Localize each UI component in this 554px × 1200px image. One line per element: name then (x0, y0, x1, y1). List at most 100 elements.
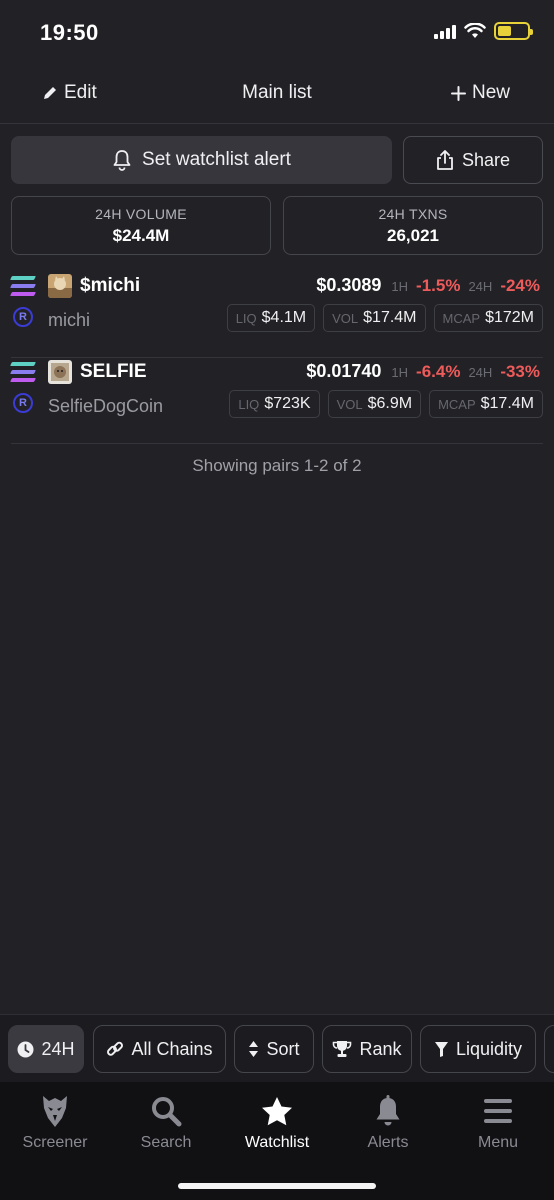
filter-24h[interactable]: 24H (8, 1025, 84, 1073)
change-24h-label: 24H (468, 365, 493, 380)
stat-label: 24H TXNS (378, 206, 448, 222)
eagle-icon (43, 1096, 67, 1127)
edit-label: Edit (64, 82, 97, 103)
rank-button[interactable]: Rank (322, 1025, 412, 1073)
pair-metrics: LIQ $4.1M VOL $17.4M MCAP $172M (226, 304, 543, 332)
solana-icon (10, 276, 36, 296)
clock-icon (17, 1041, 34, 1057)
filter-bar: 24H All Chains Sort Rank Liquidity (0, 1014, 554, 1082)
nav-menu[interactable]: Menu (443, 1092, 553, 1152)
header: Edit Main list New (0, 66, 554, 124)
token-name: SelfieDogCoin (48, 396, 164, 416)
token-price: $0.3089 (316, 275, 382, 295)
battery-icon (494, 22, 533, 40)
stat-24h-volume: 24H VOLUME $24.4M (11, 196, 271, 255)
token-symbol: SELFIE (80, 361, 147, 382)
token-price: $0.01740 (306, 361, 382, 381)
mcap-badge: MCAP $172M (433, 304, 543, 332)
pair-row[interactable]: R SELFIE SelfieDogCoin $0.01740 1H -6.4%… (10, 358, 543, 444)
filter-label: Rank (359, 1038, 402, 1059)
change-1h-label: 1H (391, 279, 409, 294)
pair-metrics: LIQ $723K VOL $6.9M MCAP $17.4M (229, 390, 543, 418)
michi-token-icon (48, 274, 72, 298)
token-name: michi (48, 310, 91, 330)
edit-button[interactable]: Edit (42, 82, 97, 104)
share-button[interactable]: Share (403, 136, 543, 184)
sort-button[interactable]: Sort (234, 1025, 314, 1073)
filter-label: All Chains (131, 1038, 213, 1059)
token-symbol: $michi (80, 275, 141, 296)
change-24h-value: -24% (500, 276, 540, 295)
liquidity-badge: LIQ $4.1M (226, 304, 316, 332)
metric-label: MCAP (442, 310, 481, 326)
price-line: $0.01740 1H -6.4% 24H -33% (306, 361, 540, 382)
menu-icon (484, 1099, 512, 1123)
wifi-icon (464, 23, 486, 38)
new-label: New (471, 82, 510, 103)
trophy-icon (333, 1041, 352, 1057)
filter-label: Sort (266, 1038, 300, 1059)
search-icon (152, 1097, 182, 1127)
liquidity-filter[interactable]: Liquidity (420, 1025, 536, 1073)
nav-label: Screener (22, 1134, 88, 1151)
nav-watchlist[interactable]: Watchlist (222, 1092, 332, 1152)
nav-screener[interactable]: Screener (0, 1092, 110, 1152)
nav-alerts[interactable]: Alerts (333, 1092, 443, 1152)
selfie-token-icon (48, 360, 72, 384)
status-time: 19:50 (40, 20, 99, 45)
metric-label: LIQ (235, 310, 257, 326)
liquidity-badge: LIQ $723K (229, 390, 320, 418)
metric-value: $172M (485, 309, 534, 326)
new-list-button[interactable]: New (450, 82, 510, 104)
star-icon (262, 1097, 292, 1126)
alert-label: Set watchlist alert (142, 149, 291, 170)
volume-badge: VOL $6.9M (327, 390, 422, 418)
pencil-icon (44, 87, 56, 99)
bell-icon (376, 1095, 400, 1126)
change-1h-label: 1H (391, 365, 409, 380)
metric-value: $4.1M (261, 309, 307, 326)
pagination-text: Showing pairs 1-2 of 2 (192, 456, 362, 475)
more-filters-chip[interactable] (544, 1025, 554, 1073)
solana-icon (10, 362, 36, 382)
change-1h-value: -6.4% (416, 362, 461, 381)
bell-icon (113, 150, 131, 171)
metric-value: $17.4M (363, 309, 417, 326)
share-label: Share (461, 149, 511, 170)
nav-label: Watchlist (244, 1134, 310, 1151)
signal-icon (434, 23, 456, 39)
filter-icon (434, 1041, 448, 1057)
filter-label: Liquidity (455, 1038, 523, 1059)
metric-label: VOL (336, 396, 363, 412)
set-watchlist-alert-button[interactable]: Set watchlist alert (11, 136, 392, 184)
nav-label: Search (140, 1134, 192, 1151)
share-icon (437, 150, 453, 170)
metric-value: $17.4M (480, 395, 534, 412)
price-line: $0.3089 1H -1.5% 24H -24% (316, 275, 540, 296)
plus-icon (450, 85, 466, 101)
nav-label: Menu (477, 1134, 519, 1151)
home-indicator (178, 1183, 376, 1189)
status-bar: 19:50 (0, 0, 554, 66)
metric-value: $723K (264, 395, 311, 412)
change-24h-label: 24H (468, 279, 493, 294)
change-24h-value: -33% (500, 362, 540, 381)
metric-value: $6.9M (367, 395, 413, 412)
volume-badge: VOL $17.4M (323, 304, 426, 332)
stat-value: 26,021 (387, 226, 439, 245)
nav-search[interactable]: Search (111, 1092, 221, 1152)
metric-label: MCAP (438, 396, 476, 412)
stat-value: $24.4M (112, 226, 170, 245)
nav-label: Alerts (367, 1134, 409, 1151)
metric-label: VOL (332, 310, 359, 326)
stat-label: 24H VOLUME (95, 206, 187, 222)
link-icon (107, 1041, 124, 1056)
filter-label: 24H (41, 1038, 75, 1059)
stat-24h-txns: 24H TXNS 26,021 (283, 196, 543, 255)
raydium-icon: R (13, 393, 33, 413)
filter-all-chains[interactable]: All Chains (93, 1025, 226, 1073)
change-1h-value: -1.5% (416, 276, 461, 295)
sort-icon (249, 1041, 259, 1057)
pair-row[interactable]: R $michi michi $0.3089 1H -1.5% 24H -24%… (10, 272, 543, 358)
raydium-icon: R (13, 307, 33, 327)
